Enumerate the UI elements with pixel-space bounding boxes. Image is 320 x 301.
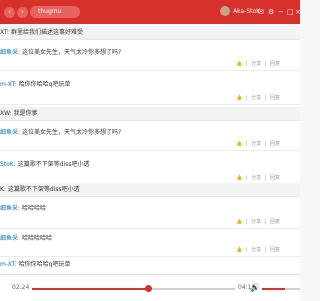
search-text: thugmu [38,8,62,15]
separator: | [264,247,267,253]
comment-list: XT: 群里给我们描述这事好难受 细鱼采: 这位美女先生，天气太冷你多想了吗? … [0,24,300,274]
divider [0,150,300,151]
like-icon[interactable]: 👍 [236,95,242,101]
reply-quote-text: K: 这篇歌不下架等diss吧小透 [0,186,80,193]
comment-username[interactable]: 细鱼采: [0,235,20,242]
comment-text: 这位美女先生，天气太冷你多想了吗? [21,49,122,56]
share-button[interactable]: 分享 [251,247,261,253]
avatar[interactable] [220,6,230,16]
comment-username[interactable]: 细鱼采: [0,205,20,212]
reply-quote: K: 这篇歌不下架等diss吧小透 [0,183,300,197]
comment-body: StoK: 这篇歌不下架等diss吧小透 [0,160,89,170]
share-button[interactable]: 分享 [251,95,261,101]
title-bar: ‹ › thugmu Aka-StoK ✉ ⚙ − □ × [0,0,301,24]
reply-button[interactable]: 回复 [270,247,280,253]
chevron-right-icon[interactable]: › [17,7,28,18]
username[interactable]: Aka-StoK [233,0,260,24]
reply-quote-text: XT: 群里给我们描述这事好难受 [0,29,83,36]
comment-text: 哈哈哈哈哈 [21,235,52,242]
separator: | [264,95,267,101]
chevron-left-icon[interactable]: ‹ [4,7,15,18]
separator: | [264,61,267,67]
comment-body: 细鱼采: 哈哈哈哈哈 [0,234,52,244]
separator: | [245,141,248,147]
player-bar: 02:24 04:10 🔊 [0,274,300,301]
reply-quote-text: XW: 我是你爹 [0,110,38,117]
divider [0,104,300,105]
share-button[interactable]: 分享 [251,61,261,67]
close-icon[interactable]: × [295,7,301,17]
comment-body: 细鱼采: 哈哈哈哈 [0,204,46,214]
reply-button[interactable]: 回复 [270,61,280,67]
comment-text: 哈哈哈哈 [21,205,46,212]
like-icon[interactable]: 👍 [236,61,242,67]
reply-quote: XT: 群里给我们描述这事好难受 [0,26,300,40]
comment-text: 哈你你哈哈q吧玩单 [18,261,71,268]
comment-text: 哈你你哈哈q吧玩单 [18,81,71,88]
like-icon[interactable]: 👍 [236,175,242,181]
comment-username[interactable]: 细鱼采: [0,129,20,136]
divider [0,228,300,229]
reply-button[interactable]: 回复 [270,141,280,147]
divider [0,256,300,257]
separator: | [264,219,267,225]
comment-body: m-XT: 哈你你哈哈q吧玩单 [0,80,70,90]
search-input[interactable]: thugmu [30,6,80,18]
reply-quote: XW: 我是你爹 [0,107,300,121]
share-button[interactable]: 分享 [251,219,261,225]
reply-button[interactable]: 回复 [270,175,280,181]
comment-actions: 👍 | 分享 | 回复 [234,245,280,255]
progress-fill [32,288,149,290]
separator: | [264,175,267,181]
separator: | [245,95,248,101]
separator: | [264,141,267,147]
comment-username[interactable]: m-XT: [0,81,17,88]
separator: | [245,61,248,67]
like-icon[interactable]: 👍 [236,141,242,147]
comment-username[interactable]: 细鱼采: [0,49,20,56]
gear-icon[interactable]: ⚙ [268,7,274,17]
comment-body: m-XT: 哈你你哈哈q吧玩单 [0,260,70,270]
like-icon[interactable]: 👍 [236,247,242,253]
comment-body: 细鱼采: 这位美女先生，天气太冷你多想了吗? [0,128,121,138]
progress-handle[interactable] [145,285,153,292]
comment-username[interactable]: m-XT: [0,261,17,268]
reply-button[interactable]: 回复 [270,219,280,225]
minimize-icon[interactable]: − [278,7,284,17]
separator: | [245,219,248,225]
comment-actions: 👍 | 分享 | 回复 [234,173,280,183]
maximize-icon[interactable]: □ [287,7,294,17]
volume-fill [262,288,285,290]
comment-text: 这篇歌不下架等diss吧小透 [17,161,90,168]
progress-track[interactable] [32,288,235,290]
volume-icon[interactable]: 🔊 [250,283,260,293]
separator: | [245,247,248,253]
comment-actions: 👍 | 分享 | 回复 [234,217,280,227]
comment-username[interactable]: StoK: [0,161,16,168]
like-icon[interactable]: 👍 [236,219,242,225]
comment-actions: 👍 | 分享 | 回复 [234,139,280,149]
volume-slider[interactable] [262,288,300,290]
comment-text: 这位美女先生，天气太冷你多想了吗? [21,129,122,136]
comment-body: 细鱼采: 这位美女先生，天气太冷你多想了吗? [0,48,121,58]
separator: | [245,175,248,181]
divider [0,70,300,71]
share-button[interactable]: 分享 [251,175,261,181]
comment-actions: 👍 | 分享 | 回复 [234,59,280,69]
current-time: 02:24 [12,284,30,291]
comment-actions: 👍 | 分享 | 回复 [234,93,280,103]
reply-button[interactable]: 回复 [270,95,280,101]
mail-icon[interactable]: ✉ [258,7,264,17]
share-button[interactable]: 分享 [251,141,261,147]
